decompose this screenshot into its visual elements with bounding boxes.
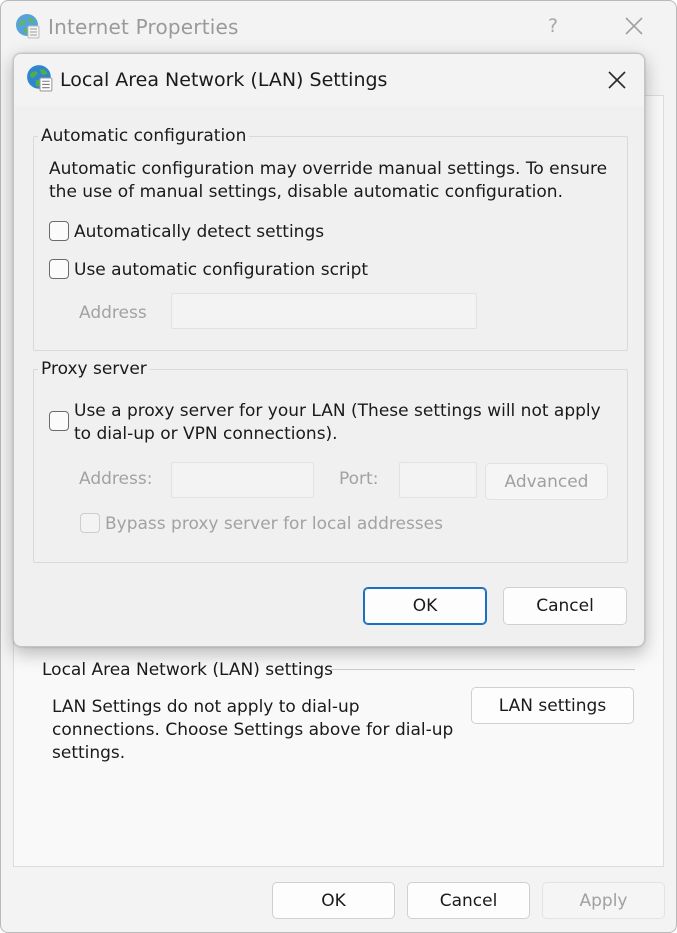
proxy-server-title: Proxy server <box>38 359 150 379</box>
use-proxy-label[interactable]: Use a proxy server for your LAN (These s… <box>74 400 614 446</box>
bypass-local-checkbox[interactable] <box>80 513 100 533</box>
proxy-port-label: Port: <box>339 469 379 489</box>
proxy-address-label: Address: <box>79 469 153 489</box>
parent-titlebar: Internet Properties ? <box>1 1 676 53</box>
lan-group-divider <box>331 669 635 670</box>
dialog-titlebar: Local Area Network (LAN) Settings <box>14 54 644 106</box>
script-address-label: Address <box>79 303 147 323</box>
parent-window-title: Internet Properties <box>48 15 239 39</box>
proxy-address-field[interactable] <box>171 462 314 498</box>
automatically-detect-checkbox[interactable] <box>49 221 69 241</box>
automatically-detect-label[interactable]: Automatically detect settings <box>74 221 324 244</box>
close-icon[interactable] <box>606 69 628 91</box>
parent-cancel-button[interactable]: Cancel <box>407 882 530 919</box>
lan-settings-dialog: Local Area Network (LAN) Settings Automa… <box>13 53 645 647</box>
automatic-configuration-title: Automatic configuration <box>38 126 250 146</box>
lan-settings-description: LAN Settings do not apply to dial-up con… <box>52 697 454 763</box>
automatic-configuration-description: Automatic configuration may override man… <box>49 159 608 202</box>
proxy-port-field[interactable] <box>399 462 477 498</box>
parent-ok-button[interactable]: OK <box>272 882 395 919</box>
advanced-button[interactable]: Advanced <box>485 463 608 500</box>
auto-config-script-checkbox[interactable] <box>49 259 69 279</box>
dialog-title: Local Area Network (LAN) Settings <box>60 69 388 91</box>
internet-globe-icon <box>16 14 40 39</box>
lan-group-title: Local Area Network (LAN) settings <box>42 660 340 680</box>
use-proxy-checkbox[interactable] <box>49 411 69 431</box>
internet-globe-icon <box>27 65 53 92</box>
script-address-field[interactable] <box>171 293 477 329</box>
auto-config-script-label[interactable]: Use automatic configuration script <box>74 259 368 282</box>
help-button[interactable]: ? <box>548 15 558 37</box>
bypass-local-label[interactable]: Bypass proxy server for local addresses <box>105 513 443 536</box>
parent-apply-button[interactable]: Apply <box>542 882 665 919</box>
parent-close-icon[interactable] <box>623 15 645 37</box>
lan-settings-button[interactable]: LAN settings <box>471 687 634 724</box>
cancel-button[interactable]: Cancel <box>503 587 627 625</box>
ok-button[interactable]: OK <box>363 587 487 625</box>
